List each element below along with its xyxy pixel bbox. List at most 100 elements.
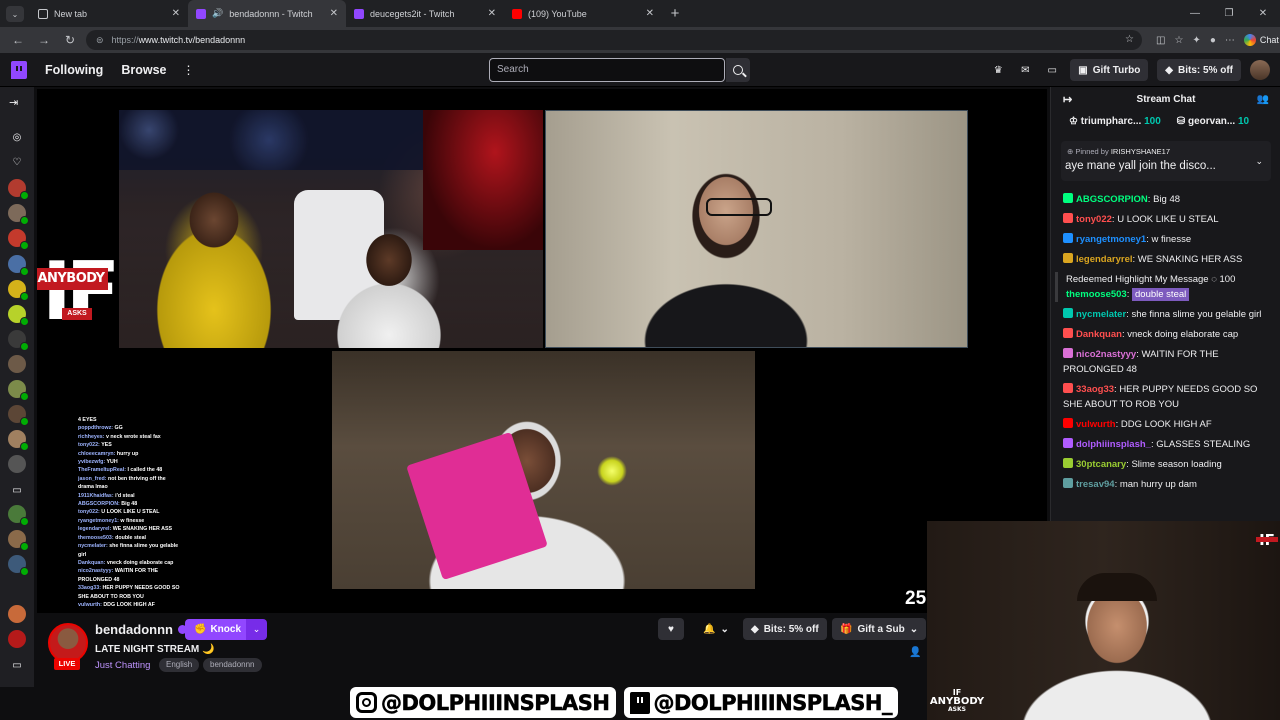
favorites-icon[interactable]: ☆ xyxy=(1174,35,1183,46)
tag-bendadonnn[interactable]: bendadonnn xyxy=(203,658,262,672)
back-icon[interactable]: ← xyxy=(8,30,28,50)
nav-more-icon[interactable]: ⋮ xyxy=(182,63,194,77)
chat-username[interactable]: vulwurth xyxy=(1076,419,1116,430)
close-tab-icon[interactable]: ✕ xyxy=(172,8,180,19)
close-tab-icon[interactable]: ✕ xyxy=(646,8,654,19)
followed-heart-icon[interactable]: ♡ xyxy=(9,154,25,170)
search-input[interactable]: Search xyxy=(489,58,725,82)
nav-browse[interactable]: Browse xyxy=(121,63,166,77)
tab-list-button[interactable]: ⌄ xyxy=(6,6,24,22)
chat-message[interactable]: Dankquan: vneck doing elaborate cap xyxy=(1063,327,1275,342)
extensions-icon[interactable]: ✦ xyxy=(1192,35,1200,46)
chat-username[interactable]: ryangetmoney1 xyxy=(1076,234,1146,245)
reload-icon[interactable]: ↻ xyxy=(60,30,80,50)
category-link[interactable]: Just Chatting xyxy=(95,660,150,671)
followed-channel-avatar[interactable] xyxy=(8,605,26,623)
followed-channel-avatar[interactable] xyxy=(8,255,29,276)
tab-youtube[interactable]: (109) YouTube ✕ xyxy=(504,0,662,27)
bookmark-star-icon[interactable]: ☆ xyxy=(1125,34,1134,45)
tag-english[interactable]: English xyxy=(159,658,200,672)
chat-username[interactable]: Dankquan xyxy=(1076,329,1122,340)
chat-username[interactable]: 33aog33 xyxy=(1076,384,1114,395)
chat-username[interactable]: ABGSCORPION xyxy=(1076,194,1148,205)
chevron-down-icon[interactable]: ⌄ xyxy=(1255,156,1263,167)
followed-channel-avatar[interactable] xyxy=(8,305,29,326)
inbox-icon[interactable]: ✉ xyxy=(1016,61,1034,79)
chat-username[interactable]: legendaryrel xyxy=(1076,254,1133,265)
knock-dropdown-icon[interactable]: ⌄ xyxy=(246,619,267,640)
bits-button[interactable]: ◆ Bits: 5% off xyxy=(1157,59,1241,81)
speaker-icon[interactable]: 🔊 xyxy=(212,8,223,19)
whispers-icon[interactable]: ▭ xyxy=(1043,61,1061,79)
channel-avatar[interactable] xyxy=(48,623,88,663)
restore-icon[interactable]: ❐ xyxy=(1212,0,1246,27)
video-icon[interactable]: ▭ xyxy=(9,482,25,498)
more-icon[interactable]: ⋯ xyxy=(1225,35,1235,46)
explore-icon[interactable]: ◎ xyxy=(9,129,25,145)
channel-name[interactable]: bendadonnn xyxy=(95,622,173,637)
chat-message[interactable]: legendaryrel: WE SNAKING HER ASS xyxy=(1063,252,1275,267)
followed-channel-avatar[interactable] xyxy=(8,505,29,526)
close-tab-icon[interactable]: ✕ xyxy=(488,8,496,19)
gift-sub-button[interactable]: 🎁 Gift a Sub ⌄ xyxy=(832,618,927,640)
gift-turbo-button[interactable]: ▣ Gift Turbo xyxy=(1070,59,1149,81)
video-icon[interactable]: ▭ xyxy=(9,657,25,673)
chat-username[interactable]: dolphiiinsplash_ xyxy=(1076,439,1151,450)
knock-button[interactable]: ✊ Knock xyxy=(185,619,251,640)
followed-channel-avatar[interactable] xyxy=(8,330,29,351)
close-window-icon[interactable]: ✕ xyxy=(1246,0,1280,27)
chat-username[interactable]: tresav94 xyxy=(1076,479,1115,490)
community-icon[interactable]: 👥 xyxy=(1257,87,1269,113)
pinned-message[interactable]: ⊕ Pinned by IRISHYSHANE17 aye mane yall … xyxy=(1061,141,1271,181)
followed-channel-avatar[interactable] xyxy=(8,204,29,225)
chat-message[interactable]: tony022: U LOOK LIKE U STEAL xyxy=(1063,212,1275,227)
chat-message[interactable]: dolphiiinsplash_: GLASSES STEALING xyxy=(1063,437,1275,452)
copilot-chat-button[interactable]: Chat xyxy=(1243,34,1279,46)
user-avatar[interactable] xyxy=(1250,60,1270,80)
highlighted-message[interactable]: Redeemed Highlight My Message ◌ 100 themo… xyxy=(1055,272,1275,302)
chat-message[interactable]: nycmelater: she finna slime you gelable … xyxy=(1063,307,1275,322)
chat-message[interactable]: ABGSCORPION: Big 48 xyxy=(1063,192,1275,207)
followed-channel-avatar[interactable] xyxy=(8,430,29,451)
followed-channel-avatar[interactable] xyxy=(8,380,29,401)
video-player[interactable]: IF ANYBODY ASKS 4 EYES poppdthrowz: GG ric… xyxy=(37,89,1047,613)
tab-bendadonnn[interactable]: 🔊 bendadonnn - Twitch ✕ xyxy=(188,0,346,27)
followed-channel-avatar[interactable] xyxy=(8,630,26,648)
chat-message[interactable]: nico2nastyyy: WAITIN FOR THE PROLONGED 4… xyxy=(1063,347,1275,377)
site-info-icon[interactable]: ⊜ xyxy=(96,35,104,46)
followed-channel-avatar[interactable] xyxy=(8,355,26,373)
followed-channel-avatar[interactable] xyxy=(8,229,29,250)
followed-channel-avatar[interactable] xyxy=(8,405,29,426)
chat-message[interactable]: 30ptcanary: Slime season loading xyxy=(1063,457,1275,472)
prime-crown-icon[interactable]: ♛ xyxy=(989,61,1007,79)
chat-username[interactable]: themoose503 xyxy=(1066,289,1127,300)
followed-channel-avatar[interactable] xyxy=(8,530,29,551)
close-tab-icon[interactable]: ✕ xyxy=(330,8,338,19)
tab-new-tab[interactable]: New tab ✕ xyxy=(30,0,188,27)
new-tab-button[interactable]: + xyxy=(662,0,688,27)
expand-sidebar-icon[interactable]: ⇥ xyxy=(9,96,18,109)
url-bar[interactable]: ⊜ https://www.twitch.tv/bendadonnn ☆ xyxy=(86,30,1142,50)
notifications-button[interactable]: 🔔 ⌄ xyxy=(695,618,737,640)
chat-username[interactable]: nycmelater xyxy=(1076,309,1126,320)
minimize-icon[interactable]: — xyxy=(1178,0,1212,27)
split-screen-icon[interactable]: ◫ xyxy=(1156,35,1165,46)
chat-message[interactable]: tresav94: man hurry up dam xyxy=(1063,477,1275,492)
chat-username[interactable]: tony022 xyxy=(1076,214,1112,225)
forward-icon[interactable]: → xyxy=(34,30,54,50)
tab-deucegets2it[interactable]: deucegets2it - Twitch ✕ xyxy=(346,0,504,27)
chat-username[interactable]: nico2nastyyy xyxy=(1076,349,1136,360)
chat-message[interactable]: ryangetmoney1: w finesse xyxy=(1063,232,1275,247)
twitch-logo-icon[interactable] xyxy=(11,60,27,79)
followed-channel-avatar[interactable] xyxy=(8,455,26,473)
search-button[interactable] xyxy=(726,58,750,82)
follow-heart-button[interactable]: ♥ xyxy=(658,618,684,640)
followed-channel-avatar[interactable] xyxy=(8,179,29,200)
profile-icon[interactable]: ● xyxy=(1210,35,1216,46)
followed-channel-avatar[interactable] xyxy=(8,280,29,301)
collapse-chat-icon[interactable]: ↦ xyxy=(1063,87,1072,113)
bits-channel-button[interactable]: ◆ Bits: 5% off xyxy=(743,618,827,640)
followed-channel-avatar[interactable] xyxy=(8,555,29,576)
chat-username[interactable]: 30ptcanary xyxy=(1076,459,1126,470)
nav-following[interactable]: Following xyxy=(45,63,103,77)
